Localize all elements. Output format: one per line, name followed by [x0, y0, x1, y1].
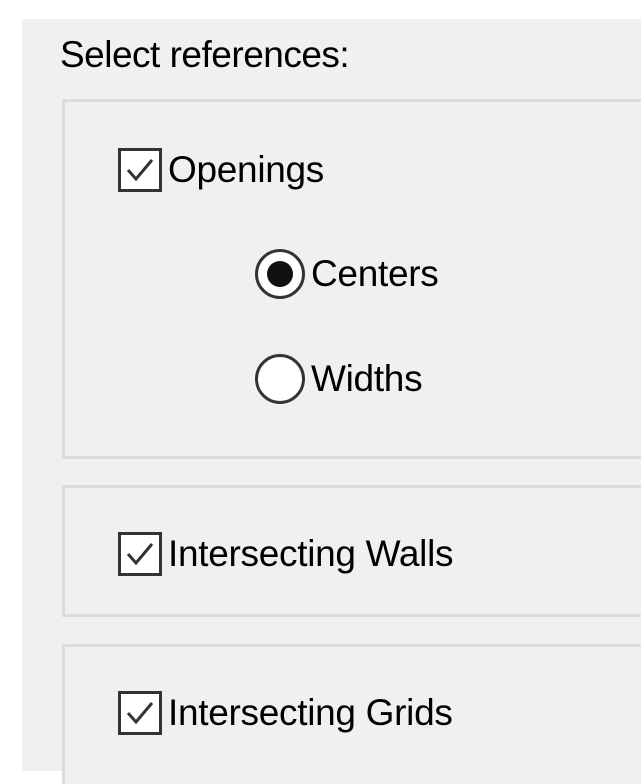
centers-radio-row[interactable]: Centers — [255, 249, 439, 299]
intersecting-walls-checkbox-row[interactable]: Intersecting Walls — [118, 532, 454, 576]
openings-checkbox[interactable] — [118, 148, 162, 192]
centers-label: Centers — [311, 253, 439, 294]
intersecting-walls-checkbox[interactable] — [118, 532, 162, 576]
centers-radio[interactable] — [255, 249, 305, 299]
intersecting-grids-checkbox-row[interactable]: Intersecting Grids — [118, 691, 453, 735]
widths-radio-row[interactable]: Widths — [255, 354, 423, 404]
select-references-panel: Select references: Openings Centers Widt… — [22, 19, 641, 784]
widths-radio[interactable] — [255, 354, 305, 404]
intersecting-grids-group: Intersecting Grids — [62, 644, 641, 784]
intersecting-walls-label: Intersecting Walls — [168, 533, 454, 574]
checkmark-icon — [126, 159, 154, 182]
intersecting-grids-label: Intersecting Grids — [168, 692, 453, 733]
openings-checkbox-row[interactable]: Openings — [118, 148, 324, 192]
select-references-heading: Select references: — [60, 34, 350, 75]
widths-label: Widths — [311, 358, 423, 399]
radio-selected-dot — [267, 261, 293, 287]
openings-label: Openings — [168, 149, 324, 190]
intersecting-grids-checkbox[interactable] — [118, 691, 162, 735]
openings-group: Openings Centers Widths — [62, 99, 641, 459]
checkmark-icon — [126, 702, 154, 725]
intersecting-walls-group: Intersecting Walls — [62, 485, 641, 617]
checkmark-icon — [126, 543, 154, 566]
